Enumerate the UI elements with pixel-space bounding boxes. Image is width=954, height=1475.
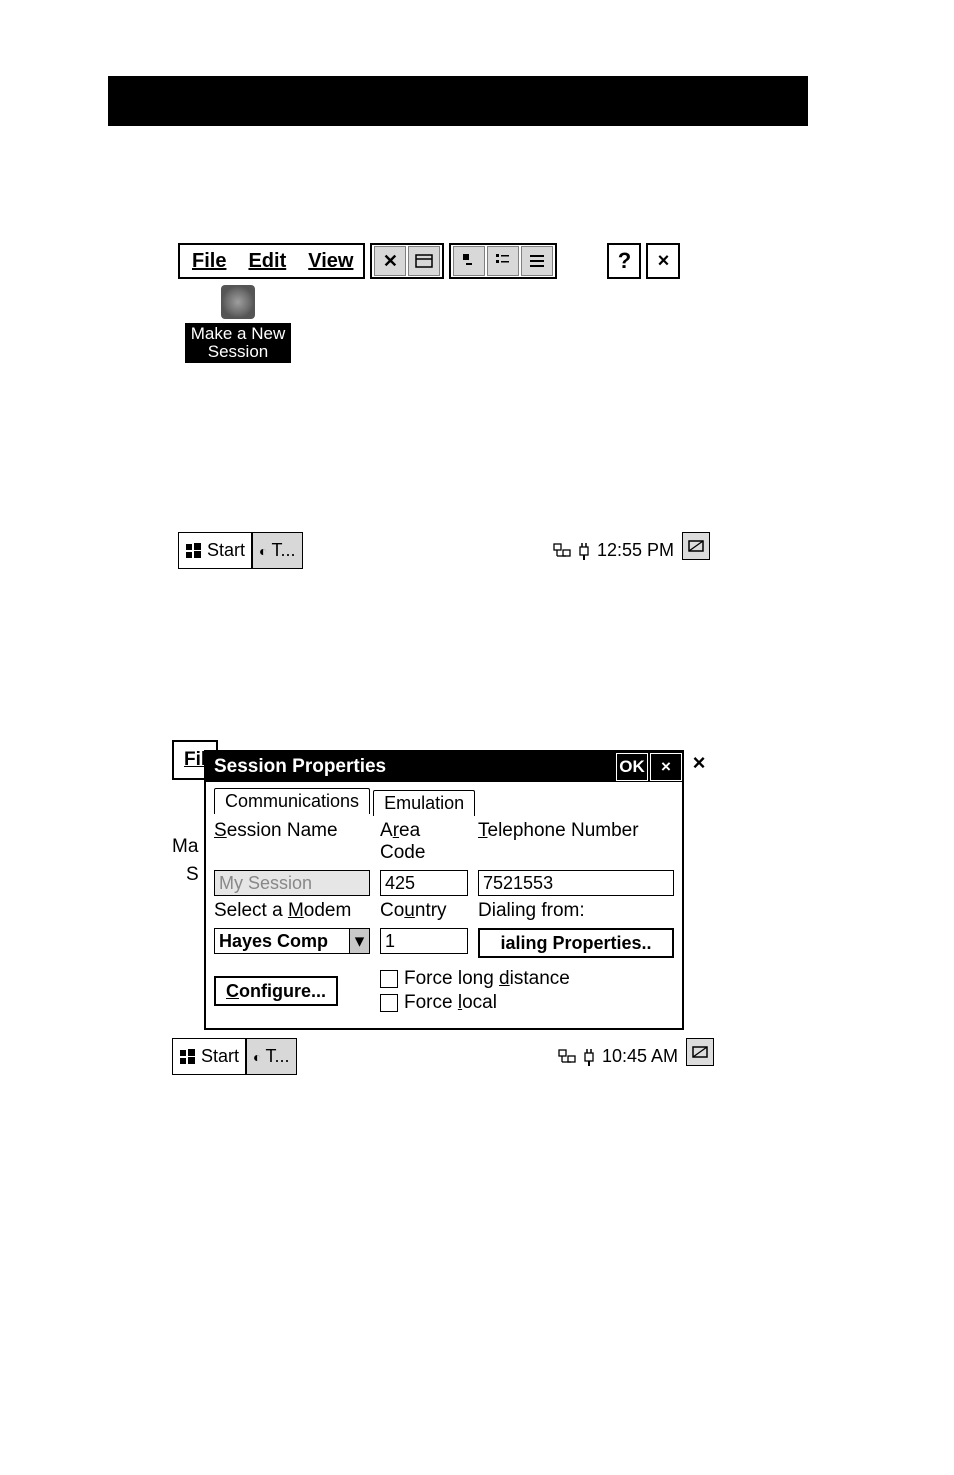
select-modem-combo[interactable]: ▾ bbox=[214, 928, 370, 954]
taskbar-task-terminal[interactable]: ◐ T... bbox=[252, 532, 302, 569]
start-label: Start bbox=[207, 540, 245, 561]
area-code-field[interactable] bbox=[380, 870, 468, 896]
windows-logo-icon bbox=[185, 542, 203, 560]
dialog-close-button[interactable]: × bbox=[650, 753, 682, 781]
label-session-name: Session Name bbox=[214, 820, 370, 842]
telephone-number-field[interactable] bbox=[478, 870, 674, 896]
large-icons-icon[interactable] bbox=[453, 246, 485, 276]
dialing-properties-button[interactable]: ialing Properties.. bbox=[478, 928, 674, 958]
system-tray: 10:45 AM bbox=[550, 1038, 686, 1075]
terminal-icon: ◐ bbox=[259, 544, 267, 558]
window-top-row: File Edit View ✕ bbox=[178, 243, 710, 279]
screenshot-terminal-sessions: File Edit View ✕ bbox=[178, 243, 710, 569]
screenshot-session-properties: Fil Ma S × Session Properties OK × Commu… bbox=[172, 740, 714, 1075]
menubar: File Edit View bbox=[178, 243, 365, 279]
tray-plug-icon[interactable] bbox=[582, 1048, 596, 1066]
check-force-local-label: Force local bbox=[404, 992, 497, 1014]
chevron-down-icon[interactable]: ▾ bbox=[349, 928, 370, 954]
checkbox-icon bbox=[380, 994, 398, 1012]
tab-emulation[interactable]: Emulation bbox=[373, 790, 475, 816]
make-new-session-label: Make a NewSession bbox=[185, 323, 291, 363]
task-label: T... bbox=[265, 1046, 289, 1067]
toolbar-group-2 bbox=[449, 243, 557, 279]
make-new-session-icon[interactable]: Make a NewSession bbox=[182, 285, 294, 363]
details-icon[interactable] bbox=[521, 246, 553, 276]
label-telephone-number: Telephone Number bbox=[478, 820, 674, 842]
start-label: Start bbox=[201, 1046, 239, 1067]
select-modem-value[interactable] bbox=[214, 928, 349, 954]
properties-icon[interactable] bbox=[408, 246, 440, 276]
tray-clock: 12:55 PM bbox=[597, 540, 674, 561]
start-button[interactable]: Start bbox=[172, 1038, 246, 1075]
menu-edit[interactable]: Edit bbox=[248, 250, 286, 273]
label-select-modem: Select a Modem bbox=[214, 900, 370, 922]
task-label: T... bbox=[271, 540, 295, 561]
label-area-code: Area Code bbox=[380, 820, 468, 864]
dialog-body: Communications Emulation Session Name Ar… bbox=[206, 782, 682, 1028]
session-name-field[interactable] bbox=[214, 870, 370, 896]
label-dialing-from: Dialing from: bbox=[478, 900, 674, 922]
menu-file[interactable]: File bbox=[192, 250, 226, 273]
check-force-long-distance[interactable]: Force long distance bbox=[380, 968, 674, 990]
dialog-tabs: Communications Emulation bbox=[214, 788, 674, 814]
tray-desktop-icon[interactable] bbox=[686, 1038, 714, 1066]
checkbox-icon bbox=[380, 970, 398, 988]
tray-desktop-icon[interactable] bbox=[682, 532, 710, 560]
country-field[interactable] bbox=[380, 928, 468, 954]
delete-icon[interactable]: ✕ bbox=[374, 246, 406, 276]
session-properties-dialog: Session Properties OK × Communications E… bbox=[204, 750, 684, 1030]
tray-network-icon[interactable] bbox=[558, 1048, 576, 1066]
tray-network-icon[interactable] bbox=[553, 542, 571, 560]
background-label-s: S bbox=[186, 864, 199, 886]
small-icons-icon[interactable] bbox=[487, 246, 519, 276]
taskbar-task-terminal[interactable]: ◐ T... bbox=[246, 1038, 296, 1075]
check-force-local[interactable]: Force local bbox=[380, 992, 674, 1014]
tab-communications[interactable]: Communications bbox=[214, 788, 370, 814]
help-button[interactable]: ? bbox=[607, 243, 641, 279]
tray-clock: 10:45 AM bbox=[602, 1046, 678, 1067]
start-button[interactable]: Start bbox=[178, 532, 252, 569]
taskbar: Start ◐ T... 10:45 AM bbox=[172, 1038, 714, 1075]
windows-logo-icon bbox=[179, 1048, 197, 1066]
globe-icon bbox=[221, 285, 255, 319]
dialog-title-text: Session Properties bbox=[214, 756, 386, 778]
close-button[interactable]: × bbox=[646, 243, 680, 279]
tray-plug-icon[interactable] bbox=[577, 542, 591, 560]
dialog-ok-button[interactable]: OK bbox=[616, 753, 648, 781]
toolbar-group-1: ✕ bbox=[370, 243, 444, 279]
dialog-titlebar: Session Properties OK × bbox=[206, 752, 682, 782]
background-close-button[interactable]: × bbox=[684, 748, 714, 778]
check-force-long-distance-label: Force long distance bbox=[404, 968, 570, 990]
menu-view[interactable]: View bbox=[308, 250, 353, 273]
system-tray: 12:55 PM bbox=[545, 532, 682, 569]
configure-button[interactable]: Configure... bbox=[214, 976, 338, 1006]
label-country: Country bbox=[380, 900, 468, 922]
taskbar: Start ◐ T... 12:55 PM bbox=[178, 532, 710, 569]
background-label-ma: Ma bbox=[172, 836, 198, 858]
page-header-bar bbox=[108, 76, 808, 126]
terminal-icon: ◐ bbox=[253, 1050, 261, 1064]
